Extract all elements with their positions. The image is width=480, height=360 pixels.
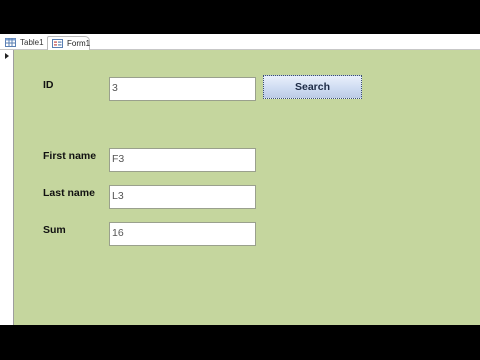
form-icon [52, 39, 63, 48]
tab-table1[interactable]: Table1 [1, 36, 46, 49]
tab-form1[interactable]: Form1 [47, 36, 90, 50]
last-name-label: Last name [43, 187, 95, 199]
id-field[interactable]: 3 [109, 77, 256, 101]
document-tab-bar: Table1 Form1 [0, 34, 480, 50]
last-name-field[interactable]: L3 [109, 185, 256, 209]
record-selector[interactable] [0, 50, 14, 325]
tab-label: Form1 [67, 39, 91, 48]
tab-label: Table1 [20, 38, 44, 47]
sum-field[interactable]: 16 [109, 222, 256, 246]
table-icon [5, 38, 16, 47]
search-button[interactable]: Search [263, 75, 362, 99]
current-record-arrow-icon [5, 53, 9, 59]
sum-label: Sum [43, 224, 66, 236]
first-name-label: First name [43, 150, 97, 162]
access-window: Table1 Form1 ID 3 First name F3 Last nam… [0, 34, 480, 325]
id-label: ID [43, 79, 54, 91]
first-name-field[interactable]: F3 [109, 148, 256, 172]
form-detail-section: ID 3 First name F3 Last name L3 Sum 16 S… [14, 50, 480, 325]
